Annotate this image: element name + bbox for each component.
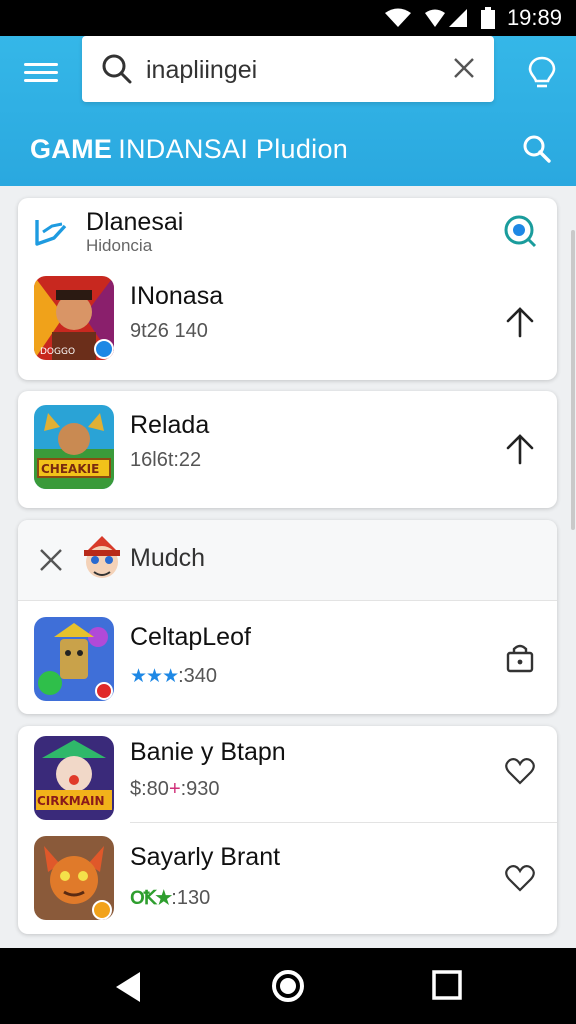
back-icon[interactable] (112, 970, 144, 1009)
app-name: Sayarly Brant (130, 843, 281, 871)
clear-search-button[interactable] (452, 56, 476, 85)
app-name: Banie y Btapn (130, 738, 286, 766)
lock-icon[interactable] (505, 641, 535, 678)
icon-text: CIRKMAIN (37, 794, 105, 808)
section-subtitle: Hidoncia (86, 236, 153, 255)
wifi-icon (384, 8, 411, 28)
app-card: Mudch CeltapLeof ★★★:340 (18, 520, 557, 714)
app-icon-sayarly (34, 836, 114, 920)
app-meta: $:80 (130, 778, 169, 800)
rating-stars: OꝀ★ (130, 888, 172, 909)
app-name: Relada (130, 411, 210, 439)
app-icon-celtapleof (34, 617, 114, 701)
header-title: GAME INDANSAI Pludion (30, 134, 348, 165)
app-card: CIRKMAIN Banie y Btapn $:80+:930 Sayarly… (18, 726, 557, 934)
dismiss-label: Mudch (130, 544, 206, 572)
close-icon[interactable] (38, 547, 64, 578)
header-title-rest: INDANSAI Pludion (118, 134, 349, 164)
app-icon-banie: CIRKMAIN (34, 736, 114, 820)
heart-icon[interactable] (505, 863, 535, 898)
signal-icon (423, 8, 469, 28)
home-icon[interactable] (270, 968, 306, 1009)
app-name: CeltapLeof (130, 623, 251, 651)
section-title: Dlanesai (86, 208, 184, 236)
app-rating: OꝀ★:130 (130, 887, 210, 910)
recents-icon[interactable] (432, 970, 462, 1005)
app-meta: 9t26 140 (130, 320, 208, 342)
list-item[interactable]: Sayarly Brant OꝀ★:130 (18, 823, 557, 934)
app-card[interactable]: CHEAKIE Relada 16l6t:22 (18, 391, 557, 508)
app-rating: ★★★:340 (130, 665, 217, 688)
list-item[interactable]: DOGGO INonasa 9t26 140 (18, 272, 557, 380)
lightbulb-icon[interactable] (528, 56, 556, 95)
heart-icon[interactable] (505, 756, 535, 791)
rating-stars: ★★★ (130, 666, 179, 687)
app-icon-relada: CHEAKIE (34, 405, 114, 489)
icon-text: DOGGO (40, 347, 75, 357)
target-icon[interactable] (503, 214, 537, 253)
search-input[interactable] (144, 50, 438, 90)
section-card: Dlanesai Hidoncia DOGGO INonasa 9t26 140 (18, 198, 557, 380)
status-time: 19:89 (506, 5, 562, 30)
search-box[interactable] (82, 36, 494, 102)
arrow-up-icon[interactable] (505, 433, 535, 470)
search-icon (102, 54, 132, 89)
icon-text: CHEAKIE (41, 462, 99, 476)
arrow-up-icon[interactable] (505, 306, 535, 343)
app-meta-plus: + (168, 778, 181, 800)
dismiss-row[interactable]: Mudch (18, 520, 557, 600)
navigation-bar (0, 948, 576, 1024)
header-search-icon[interactable] (522, 134, 552, 169)
app-meta: 16l6t:22 (130, 449, 202, 471)
battery-icon (480, 7, 495, 29)
list-item[interactable]: CeltapLeof ★★★:340 (18, 601, 557, 714)
app-meta-row: $:80+:930 (130, 778, 220, 801)
mascot-icon (80, 534, 124, 589)
status-bar: 19:89 (0, 0, 576, 36)
bookmark-icon (34, 216, 68, 253)
menu-button[interactable] (24, 58, 58, 86)
app-meta: :340 (178, 665, 218, 687)
app-icon-inonasa: DOGGO (34, 276, 114, 360)
app-header: GAMEINDANSAI Pludion (0, 36, 576, 186)
app-name: INonasa (130, 282, 224, 310)
app-meta-rest: :930 (180, 778, 220, 800)
app-meta: :130 (171, 887, 211, 909)
list-item[interactable]: CIRKMAIN Banie y Btapn $:80+:930 (18, 726, 557, 822)
header-title-bold: GAME (30, 134, 113, 164)
scrollbar[interactable] (571, 230, 575, 530)
